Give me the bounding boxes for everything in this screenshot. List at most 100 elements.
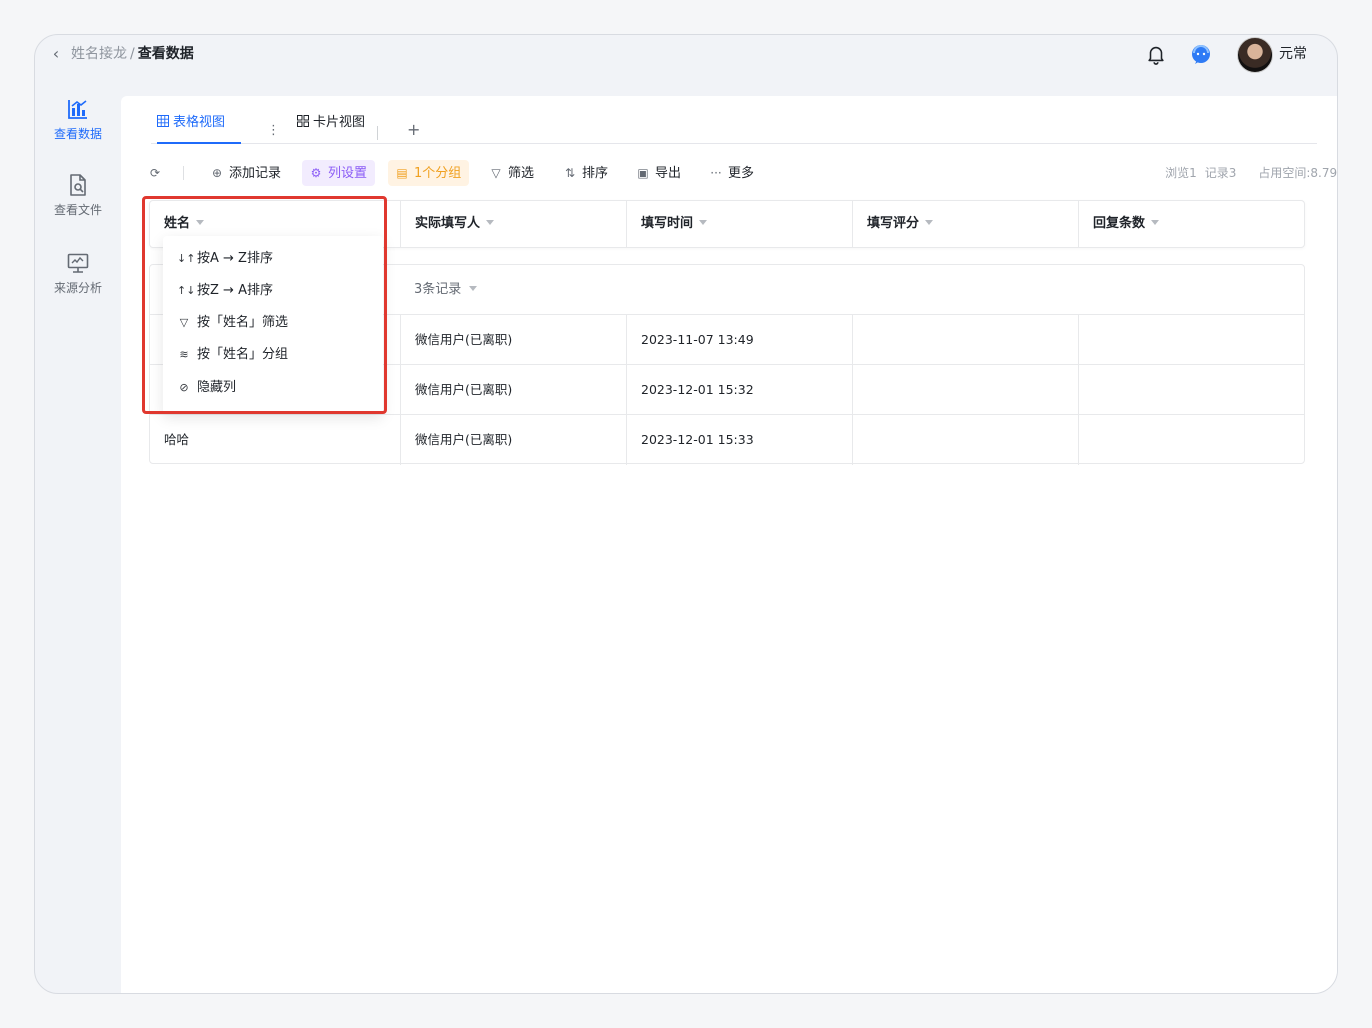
caret-down-icon (196, 220, 205, 225)
filter-icon: ▽ (179, 316, 189, 329)
sort-label: 排序 (582, 166, 609, 181)
grid-icon (157, 115, 169, 127)
more-label: 更多 (728, 166, 755, 181)
page-title: 查看数据 (137, 46, 194, 62)
cell-filler[interactable]: 微信用户(已离职) (401, 315, 627, 364)
export-icon: ▣ (637, 166, 649, 180)
eye-off-icon: ⊘ (179, 381, 189, 394)
menu-item-group[interactable]: ≋ 按「姓名」分组 (163, 340, 383, 370)
cell-name[interactable]: 哈哈 (150, 415, 401, 465)
group-count: 3条记录 (414, 282, 462, 297)
chart-icon (68, 100, 87, 119)
menu-item-label: 按Z → A排序 (197, 283, 273, 298)
cell-replies[interactable] (1079, 415, 1304, 465)
view-tabs: 表格视图 ⋮ 卡片视图 + (151, 104, 1317, 144)
table-row[interactable]: 哈哈 微信用户(已离职) 2023-12-01 15:33 (150, 415, 1304, 465)
sort-asc-icon: ↓↑ (177, 252, 196, 265)
column-title: 填写时间 (641, 216, 694, 231)
avatar[interactable] (1237, 37, 1273, 73)
column-header-filler[interactable]: 实际填写人 (401, 201, 627, 247)
sidebar-item-label: 来源分析 (53, 281, 102, 295)
sidebar-item-label: 查看文件 (53, 203, 102, 217)
column-header-replies[interactable]: 回复条数 (1079, 201, 1304, 247)
group-button[interactable]: ▤ 1个分组 (388, 160, 470, 186)
monitor-icon (67, 253, 89, 273)
plus-circle-icon: ⊕ (211, 166, 223, 180)
column-settings-label: 列设置 (328, 166, 368, 181)
stats: 浏览1 记录3 占用空间:8.79K (1157, 160, 1338, 186)
cell-replies[interactable] (1079, 365, 1304, 414)
tab-table-view[interactable]: 表格视图 (157, 114, 241, 144)
menu-item-label: 按A → Z排序 (197, 251, 273, 266)
toolbar-divider (183, 166, 184, 180)
card-icon (297, 115, 309, 127)
tab-label: 表格视图 (173, 115, 226, 130)
refresh-button[interactable]: ⟳ (149, 160, 167, 186)
top-bar: ‹ 姓名接龙 / 查看数据 元常 (35, 35, 1337, 95)
caret-down-icon (699, 220, 708, 225)
export-button[interactable]: ▣ 导出 (637, 160, 681, 186)
back-arrow-icon[interactable]: ‹ (47, 45, 65, 63)
menu-item-sort-asc[interactable]: ↓↑ 按A → Z排序 (163, 244, 383, 274)
username[interactable]: 元常 (1279, 45, 1307, 63)
menu-item-hide-column[interactable]: ⊘ 隐藏列 (163, 373, 383, 403)
customer-service-icon[interactable] (1189, 42, 1213, 66)
caret-down-icon (925, 220, 934, 225)
app-window: ‹ 姓名接龙 / 查看数据 元常 查看数据 查看文件 来源分析 表格视图 ⋮ 卡… (34, 34, 1338, 994)
column-settings-button[interactable]: ⚙ 列设置 (302, 160, 376, 186)
menu-item-sort-desc[interactable]: ↑↓ 按Z → A排序 (163, 276, 383, 306)
caret-down-icon (486, 220, 495, 225)
group-label[interactable]: 3条记录 (414, 265, 478, 315)
menu-item-filter[interactable]: ▽ 按「姓名」筛选 (163, 308, 383, 338)
column-title: 填写评分 (867, 216, 920, 231)
views-count: 浏览1 (1165, 166, 1197, 180)
bell-icon[interactable] (1145, 43, 1167, 65)
column-header-time[interactable]: 填写时间 (627, 201, 853, 247)
filter-label: 筛选 (508, 166, 535, 181)
cell-score[interactable] (853, 315, 1079, 364)
sort-icon: ⇅ (564, 166, 576, 180)
sidebar-item-source-analysis[interactable]: 来源分析 (35, 251, 121, 296)
cell-time[interactable]: 2023-11-07 13:49 (627, 315, 853, 364)
breadcrumb-separator: / (130, 46, 135, 62)
caret-down-icon (469, 286, 478, 291)
cell-filler[interactable]: 微信用户(已离职) (401, 365, 627, 414)
filter-icon: ▽ (491, 166, 501, 180)
cell-score[interactable] (853, 415, 1079, 465)
column-header-score[interactable]: 填写评分 (853, 201, 1079, 247)
cell-score[interactable] (853, 365, 1079, 414)
cell-time[interactable]: 2023-12-01 15:32 (627, 365, 853, 414)
more-icon: ··· (710, 166, 722, 180)
add-view-icon[interactable]: + (407, 121, 420, 139)
cell-replies[interactable] (1079, 315, 1304, 364)
cell-filler[interactable]: 微信用户(已离职) (401, 415, 627, 465)
gear-icon: ⚙ (310, 166, 322, 180)
menu-item-label: 按「姓名」分组 (197, 347, 289, 362)
group-icon: ≋ (179, 348, 189, 361)
sort-desc-icon: ↑↓ (177, 284, 196, 297)
sort-button[interactable]: ⇅ 排序 (564, 160, 608, 186)
cell-time[interactable]: 2023-12-01 15:33 (627, 415, 853, 465)
sidebar-item-view-files[interactable]: 查看文件 (35, 173, 121, 218)
space-used: 占用空间:8.79K (1258, 166, 1338, 180)
add-record-button[interactable]: ⊕ 添加记录 (211, 160, 281, 186)
menu-item-label: 按「姓名」筛选 (197, 315, 289, 330)
tab-card-view[interactable]: 卡片视图 (297, 114, 365, 144)
sidebar: 查看数据 查看文件 来源分析 (35, 95, 121, 993)
column-title: 姓名 (164, 216, 191, 231)
tab-label: 卡片视图 (313, 115, 366, 130)
more-button[interactable]: ··· 更多 (710, 160, 754, 186)
sidebar-item-view-data[interactable]: 查看数据 (35, 97, 121, 142)
main-panel: 表格视图 ⋮ 卡片视图 + ⟳ ⊕ 添加记录 ⚙ 列设置 ▤ 1个分组 ▽ 筛选 ⇅ 排序 (121, 96, 1337, 993)
column-title: 实际填写人 (415, 216, 481, 231)
breadcrumb-parent[interactable]: 姓名接龙 (71, 46, 127, 62)
export-label: 导出 (655, 166, 682, 181)
tab-divider (377, 126, 378, 140)
tab-more-icon[interactable]: ⋮ (267, 124, 280, 138)
toolbar: ⟳ ⊕ 添加记录 ⚙ 列设置 ▤ 1个分组 ▽ 筛选 ⇅ 排序 ▣ 导出 ··· 更多 浏览1… (149, 160, 1337, 186)
refresh-icon: ⟳ (149, 166, 161, 180)
filter-button[interactable]: ▽ 筛选 (490, 160, 534, 186)
records-count: 记录3 (1204, 166, 1237, 180)
menu-item-label: 隐藏列 (197, 380, 237, 395)
file-search-icon (70, 174, 86, 196)
